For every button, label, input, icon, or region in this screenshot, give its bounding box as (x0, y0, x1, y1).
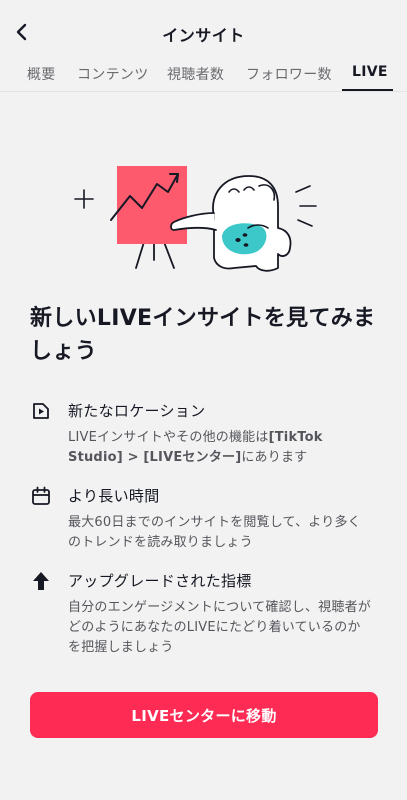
feature-desc-tail: にあります (241, 450, 308, 465)
go-to-live-center-button[interactable]: LIVEセンターに移動 (30, 692, 378, 738)
tab-live[interactable]: LIVE (352, 64, 388, 80)
feature-description: 自分のエンゲージメントについて確認し、視聴者がどのようにあなたのLIVEにたどり… (68, 600, 371, 655)
feature-title: 新たなロケーション (68, 402, 206, 420)
arrow-up-icon (33, 572, 49, 590)
feature-title: より長い時間 (68, 487, 160, 505)
header: インサイト (0, 0, 407, 56)
analytics-illustration (74, 166, 317, 272)
feature-desc-text: LIVEインサイトやその他の機能は (68, 430, 269, 445)
calendar-icon (32, 486, 50, 505)
tab-overview[interactable]: 概要 (27, 64, 56, 84)
tab-followers[interactable]: フォロワー数 (246, 64, 332, 84)
play-square-icon (33, 403, 49, 419)
feature-title: アップグレードされた指標 (68, 572, 252, 590)
page-title: インサイト (162, 26, 245, 45)
tab-bar: 概要 コンテンツ 視聴者数 フォロワー数 LIVE (0, 56, 407, 92)
feature-description: LIVEインサイトやその他の機能は[TikTok Studio] > [LIVE… (68, 428, 373, 468)
tab-viewers[interactable]: 視聴者数 (167, 64, 224, 84)
tabs-divider (0, 91, 407, 92)
promo-headline: 新しいLIVEインサイトを見てみましょう (30, 306, 376, 364)
feature-description: 最大60日までのインサイトを閲覧して、より多くのトレンドを読み取りましょう (68, 515, 361, 550)
tab-content[interactable]: コンテンツ (77, 64, 149, 84)
